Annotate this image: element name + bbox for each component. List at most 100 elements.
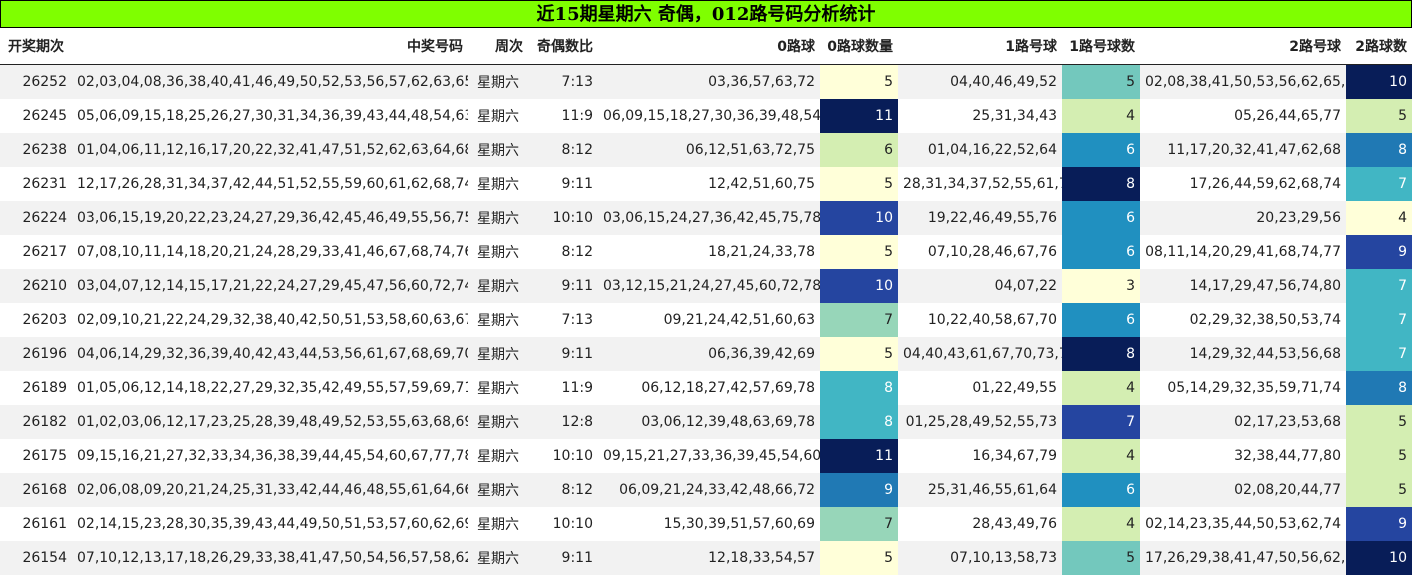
route2-cell: 08,11,14,20,29,41,68,74,77 [1145, 243, 1341, 260]
route2-cell: 02,17,23,53,68 [1140, 404, 1346, 439]
table-row[interactable]: 26175 09,15,16,21,27,32,33,34,36,38,39,44… [0, 438, 1412, 473]
period-cell: 26196 [0, 336, 72, 371]
col-header-numbers[interactable]: 中奖号码 [72, 28, 468, 65]
route0-count-cell: 10 [820, 200, 898, 235]
table-row[interactable]: 26224 03,06,15,19,20,22,23,24,27,29,36,42… [0, 200, 1412, 235]
route2-count-cell: 10 [1346, 64, 1412, 99]
route0-cell: 03,12,15,21,24,27,45,60,72,78 [598, 268, 820, 303]
route1-count-cell: 8 [1062, 166, 1140, 201]
numbers-cell: 01,04,06,11,12,16,17,20,22,32,41,47,51,5… [72, 132, 468, 167]
route0-cell: 03,06,12,39,48,63,69,78 [598, 404, 820, 439]
ratio-cell: 10:10 [552, 515, 593, 532]
route2-count-cell: 10 [1346, 540, 1412, 575]
table-row[interactable]: 26252 02,03,04,08,36,38,40,41,46,49,50,52… [0, 64, 1412, 99]
ratio-cell: 10:10 [552, 447, 593, 464]
period-cell: 26168 [0, 472, 72, 507]
col-header-ratio[interactable]: 奇偶数比 [528, 28, 598, 65]
weekday-cell: 星期六 [477, 516, 519, 533]
route0-cell: 06,36,39,42,69 [598, 336, 820, 371]
table-row[interactable]: 26196 04,06,14,29,32,36,39,40,42,43,44,53… [0, 336, 1412, 371]
route0-cell: 03,36,57,63,72 [598, 64, 820, 99]
route2-cell: 14,29,32,44,53,56,68 [1140, 336, 1346, 371]
route0-count-cell: 8 [820, 404, 898, 439]
table-row[interactable]: 26161 02,14,15,23,28,30,35,39,43,44,49,50… [0, 506, 1412, 541]
col-header-route2-count[interactable]: 2路球数 [1346, 28, 1412, 65]
route2-cell: 32,38,44,77,80 [1234, 447, 1341, 464]
table-row[interactable]: 26168 02,06,08,09,20,21,24,25,31,33,42,44… [0, 472, 1412, 507]
route1-cell: 07,10,28,46,67,76 [927, 243, 1057, 260]
ratio-cell: 9:11 [528, 336, 598, 371]
table-body: 26252 02,03,04,08,36,38,40,41,46,49,50,52… [0, 64, 1412, 575]
route1-count-cell: 5 [1062, 540, 1140, 575]
col-header-route2[interactable]: 2路号球 [1140, 28, 1346, 65]
ratio-cell: 12:8 [528, 404, 598, 439]
ratio-cell: 9:11 [528, 268, 598, 303]
period-cell: 26154 [0, 540, 72, 575]
route1-count-cell: 5 [1062, 64, 1140, 99]
col-header-period[interactable]: 开奖期次 [0, 28, 72, 65]
numbers-cell: 07,08,10,11,14,18,20,21,24,28,29,33,41,4… [77, 243, 468, 260]
route1-cell: 04,40,46,49,52 [898, 64, 1062, 99]
table-row[interactable]: 26189 01,05,06,12,14,18,22,27,29,32,35,42… [0, 370, 1412, 405]
route0-count-cell: 7 [820, 506, 898, 541]
route0-count-cell: 6 [820, 132, 898, 167]
weekday-cell: 星期六 [468, 540, 528, 575]
route1-count-cell: 6 [1062, 472, 1140, 507]
route1-cell: 07,10,13,58,73 [898, 540, 1062, 575]
route1-count-cell: 3 [1062, 268, 1140, 303]
route2-cell: 02,08,38,41,50,53,56,62,65,68 [1140, 64, 1346, 99]
route1-count-cell: 4 [1062, 438, 1140, 473]
route2-count-cell: 7 [1346, 302, 1412, 337]
route0-count-cell: 5 [820, 166, 898, 201]
table-row[interactable]: 26182 01,02,03,06,12,17,23,25,28,39,48,49… [0, 404, 1412, 439]
col-header-route0-count[interactable]: 0路球数量 [820, 28, 898, 65]
col-header-route1-count[interactable]: 1路号球数 [1062, 28, 1140, 65]
table-row[interactable]: 26245 05,06,09,15,18,25,26,27,30,31,34,36… [0, 98, 1412, 133]
ratio-cell: 10:10 [528, 200, 598, 235]
weekday-cell: 星期六 [468, 64, 528, 99]
route1-count-cell: 8 [1062, 336, 1140, 371]
period-cell: 26217 [22, 243, 67, 260]
numbers-cell: 02,06,08,09,20,21,24,25,31,33,42,44,46,4… [72, 472, 468, 507]
numbers-cell: 03,04,07,12,14,15,17,21,22,24,27,29,45,4… [72, 268, 468, 303]
route2-cell: 14,17,29,47,56,74,80 [1140, 268, 1346, 303]
route2-count-cell: 8 [1346, 132, 1412, 167]
ratio-cell: 7:13 [561, 311, 593, 328]
col-header-route0[interactable]: 0路球 [598, 28, 820, 65]
table-row[interactable]: 26154 07,10,12,13,17,18,26,29,33,38,41,47… [0, 540, 1412, 575]
col-header-weekday[interactable]: 周次 [468, 28, 528, 65]
route2-count-cell: 7 [1346, 166, 1412, 201]
col-header-route1[interactable]: 1路号球 [898, 28, 1062, 65]
weekday-cell: 星期六 [468, 200, 528, 235]
weekday-cell: 星期六 [468, 472, 528, 507]
table-row[interactable]: 26203 02,09,10,21,22,24,29,32,38,40,42,50… [0, 302, 1412, 337]
route0-cell: 18,21,24,33,78 [708, 243, 815, 260]
route0-count-cell: 8 [820, 370, 898, 405]
table-row[interactable]: 26231 12,17,26,28,31,34,37,42,44,51,52,55… [0, 166, 1412, 201]
ratio-cell: 8:12 [561, 243, 593, 260]
table-row[interactable]: 26238 01,04,06,11,12,16,17,20,22,32,41,47… [0, 132, 1412, 167]
numbers-cell: 02,09,10,21,22,24,29,32,38,40,42,50,51,5… [77, 311, 468, 328]
table-row[interactable]: 26210 03,04,07,12,14,15,17,21,22,24,27,29… [0, 268, 1412, 303]
weekday-cell: 星期六 [477, 176, 519, 193]
numbers-cell: 05,06,09,15,18,25,26,27,30,31,34,36,39,4… [77, 107, 468, 124]
route2-count-cell: 7 [1346, 268, 1412, 303]
route2-cell: 17,26,29,38,41,47,50,56,62,68 [1140, 540, 1346, 575]
route2-count-cell: 9 [1346, 234, 1412, 269]
period-cell: 26224 [0, 200, 72, 235]
route2-cell: 02,29,32,38,50,53,74 [1189, 311, 1341, 328]
route1-count-cell: 6 [1062, 132, 1140, 167]
weekday-cell: 星期六 [477, 380, 519, 397]
numbers-cell: 09,15,16,21,27,32,33,34,36,38,39,44,45,5… [77, 447, 468, 464]
route2-cell: 05,26,44,65,77 [1234, 107, 1341, 124]
route2-cell: 02,14,23,35,44,50,53,62,74 [1145, 515, 1341, 532]
weekday-cell: 星期六 [468, 336, 528, 371]
route0-count-cell: 11 [820, 438, 898, 473]
sheet: 近15期星期六 奇偶，012路号码分析统计 开奖期次 中奖号码 周次 奇偶数比 … [0, 0, 1412, 576]
period-cell: 26203 [22, 311, 67, 328]
table-row[interactable]: 26217 07,08,10,11,14,18,20,21,24,28,29,33… [0, 234, 1412, 269]
page-title: 近15期星期六 奇偶，012路号码分析统计 [0, 0, 1412, 28]
weekday-cell: 星期六 [468, 132, 528, 167]
weekday-cell: 星期六 [477, 244, 519, 261]
numbers-cell: 01,02,03,06,12,17,23,25,28,39,48,49,52,5… [72, 404, 468, 439]
